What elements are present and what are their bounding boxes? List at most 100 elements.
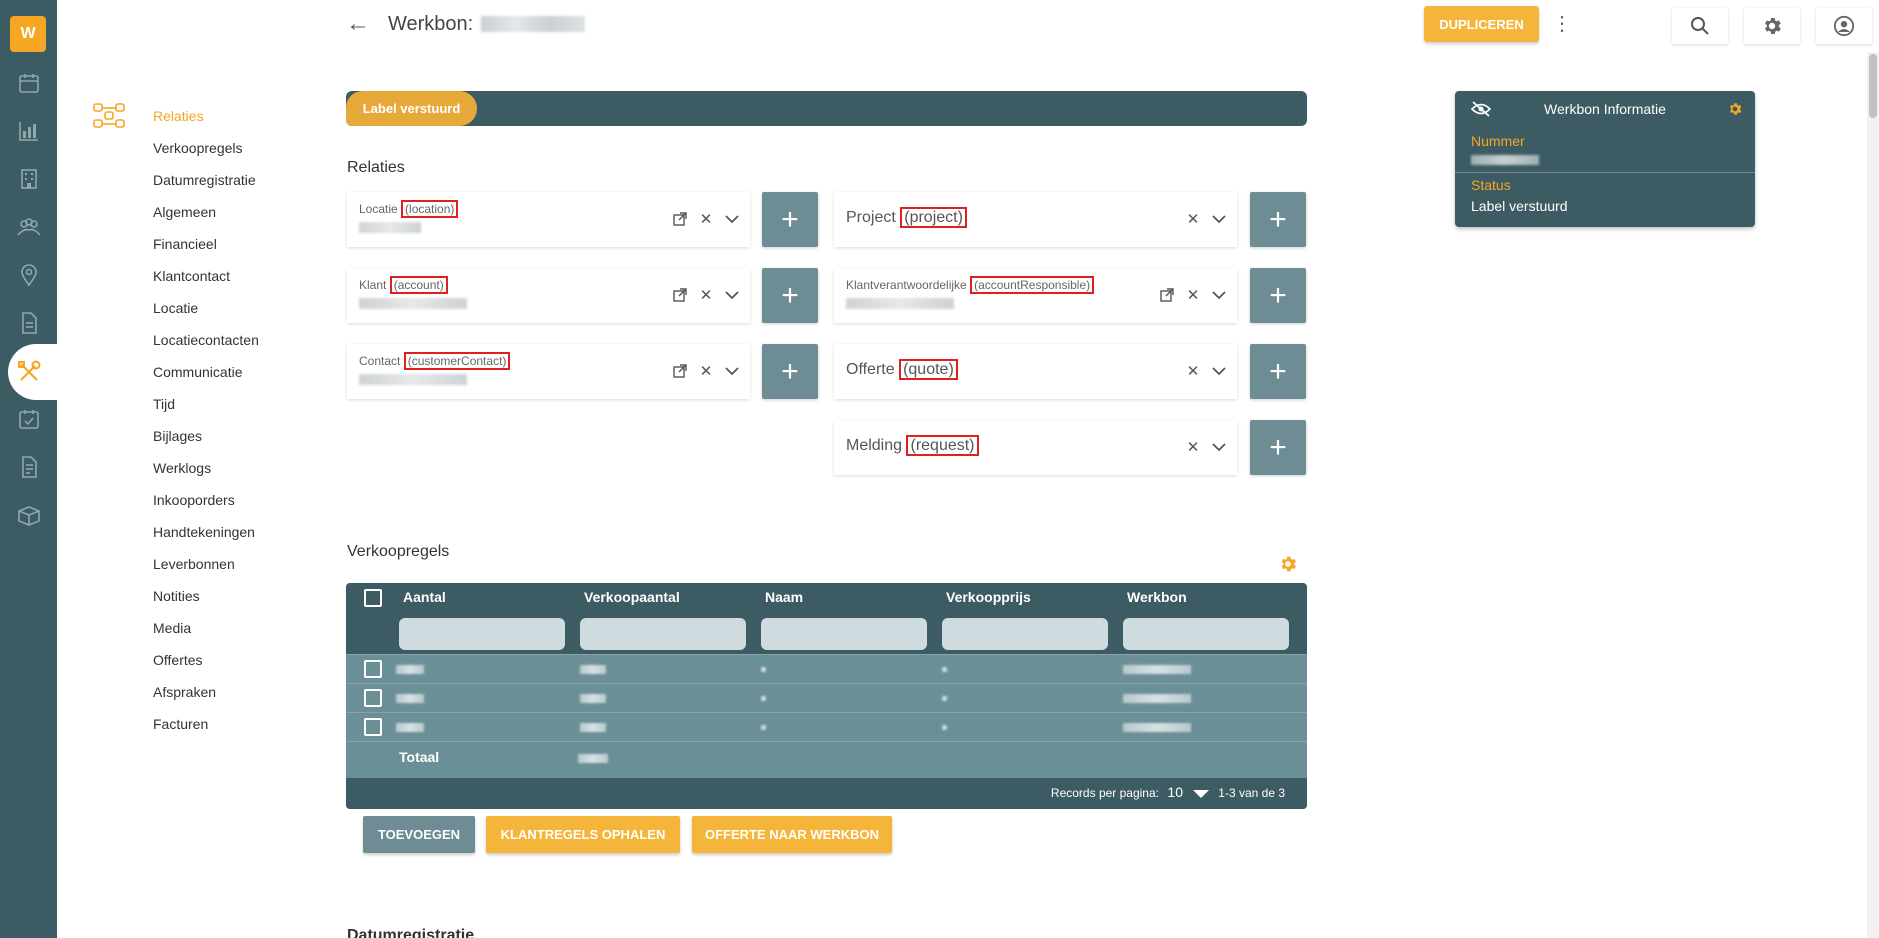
clear-icon[interactable]: ✕ bbox=[698, 361, 714, 381]
column-header[interactable]: Verkoopprijs bbox=[946, 589, 1031, 605]
add-contact-button[interactable]: + bbox=[762, 344, 818, 399]
add-line-button[interactable]: TOEVOEGEN bbox=[363, 816, 475, 853]
open-external-icon[interactable] bbox=[672, 209, 688, 229]
table-row[interactable] bbox=[346, 654, 1307, 683]
add-project-button[interactable]: + bbox=[1250, 192, 1306, 247]
cell-redacted bbox=[761, 696, 766, 701]
clear-icon[interactable]: ✕ bbox=[698, 209, 714, 229]
gear-icon[interactable] bbox=[1278, 554, 1298, 579]
records-per-page-dropdown-icon[interactable] bbox=[1193, 790, 1209, 798]
calendar-icon[interactable] bbox=[14, 68, 44, 98]
nav-item-notities[interactable]: Notities bbox=[153, 580, 259, 612]
open-external-icon[interactable] bbox=[1159, 285, 1175, 305]
table-row[interactable] bbox=[346, 683, 1307, 712]
location-icon[interactable] bbox=[14, 260, 44, 290]
row-checkbox[interactable] bbox=[364, 718, 382, 736]
add-quote-button[interactable]: + bbox=[1250, 344, 1306, 399]
box-icon[interactable] bbox=[14, 500, 44, 530]
nav-item-relaties[interactable]: Relaties bbox=[153, 100, 259, 132]
chart-icon[interactable] bbox=[14, 116, 44, 146]
column-header[interactable]: Verkoopaantal bbox=[584, 589, 680, 605]
clear-icon[interactable]: ✕ bbox=[1185, 285, 1201, 305]
tools-icon[interactable] bbox=[14, 357, 44, 387]
row-checkbox[interactable] bbox=[364, 689, 382, 707]
nav-item-financieel[interactable]: Financieel bbox=[153, 228, 259, 260]
nav-item-offertes[interactable]: Offertes bbox=[153, 644, 259, 676]
nav-item-locatie[interactable]: Locatie bbox=[153, 292, 259, 324]
records-per-page-value[interactable]: 10 bbox=[1167, 784, 1183, 800]
nav-item-klantcontact[interactable]: Klantcontact bbox=[153, 260, 259, 292]
quote-to-workorder-button[interactable]: OFFERTE NAAR WERKBON bbox=[692, 816, 892, 853]
app-logo[interactable]: W bbox=[10, 16, 46, 52]
table-row[interactable] bbox=[346, 712, 1307, 741]
page-header: ← Werkbon: bbox=[346, 8, 586, 40]
invoice-icon[interactable] bbox=[14, 452, 44, 482]
scrollbar-thumb[interactable] bbox=[1869, 54, 1877, 118]
chevron-down-icon[interactable] bbox=[724, 285, 740, 305]
nav-item-inkooporders[interactable]: Inkooporders bbox=[153, 484, 259, 516]
nav-item-facturen[interactable]: Facturen bbox=[153, 708, 259, 740]
search-icon[interactable] bbox=[1672, 8, 1728, 44]
nav-item-media[interactable]: Media bbox=[153, 612, 259, 644]
column-header[interactable]: Aantal bbox=[403, 589, 446, 605]
filter-input[interactable] bbox=[1123, 618, 1289, 650]
chevron-down-icon[interactable] bbox=[1211, 285, 1227, 305]
row-checkbox[interactable] bbox=[364, 660, 382, 678]
checklist-icon[interactable] bbox=[14, 404, 44, 434]
filter-input[interactable] bbox=[580, 618, 746, 650]
back-arrow-icon[interactable]: ← bbox=[346, 12, 370, 36]
quote-field[interactable]: Offerte (quote) ✕ bbox=[834, 344, 1237, 399]
chevron-down-icon[interactable] bbox=[1211, 209, 1227, 229]
chevron-down-icon[interactable] bbox=[1211, 437, 1227, 457]
add-account-button[interactable]: + bbox=[762, 268, 818, 323]
fetch-customer-lines-button[interactable]: KLANTREGELS OPHALEN bbox=[486, 816, 680, 853]
cell-redacted bbox=[396, 665, 424, 674]
nav-item-datumregistratie[interactable]: Datumregistratie bbox=[153, 164, 259, 196]
clear-icon[interactable]: ✕ bbox=[1185, 361, 1201, 381]
nav-item-bijlages[interactable]: Bijlages bbox=[153, 420, 259, 452]
filter-input[interactable] bbox=[399, 618, 565, 650]
page-scrollbar[interactable] bbox=[1867, 52, 1879, 938]
open-external-icon[interactable] bbox=[672, 285, 688, 305]
building-icon[interactable] bbox=[14, 164, 44, 194]
more-vert-icon[interactable]: ⋮ bbox=[1552, 12, 1572, 36]
nav-item-tijd[interactable]: Tijd bbox=[153, 388, 259, 420]
add-request-button[interactable]: + bbox=[1250, 420, 1306, 475]
select-all-checkbox[interactable] bbox=[364, 589, 382, 607]
column-header[interactable]: Werkbon bbox=[1127, 589, 1187, 605]
account-field[interactable]: Klant (account) ✕ bbox=[347, 268, 750, 323]
column-header[interactable]: Naam bbox=[765, 589, 803, 605]
nav-item-leverbonnen[interactable]: Leverbonnen bbox=[153, 548, 259, 580]
nav-item-locatiecontacten[interactable]: Locatiecontacten bbox=[153, 324, 259, 356]
gear-icon[interactable] bbox=[1744, 8, 1800, 44]
add-location-button[interactable]: + bbox=[762, 192, 818, 247]
document-icon[interactable] bbox=[14, 308, 44, 338]
request-field[interactable]: Melding (request) ✕ bbox=[834, 420, 1237, 475]
people-icon[interactable] bbox=[14, 212, 44, 242]
open-external-icon[interactable] bbox=[672, 361, 688, 381]
chevron-down-icon[interactable] bbox=[1211, 361, 1227, 381]
nav-item-verkoopregels[interactable]: Verkoopregels bbox=[153, 132, 259, 164]
add-account-responsible-button[interactable]: + bbox=[1250, 268, 1306, 323]
filter-input[interactable] bbox=[942, 618, 1108, 650]
duplicate-button[interactable]: DUPLICEREN bbox=[1424, 6, 1539, 42]
account-responsible-key-highlight: (accountResponsible) bbox=[970, 276, 1095, 294]
chevron-down-icon[interactable] bbox=[724, 209, 740, 229]
chevron-down-icon[interactable] bbox=[724, 361, 740, 381]
clear-icon[interactable]: ✕ bbox=[1185, 437, 1201, 457]
location-value-redacted bbox=[359, 222, 421, 233]
project-field[interactable]: Project (project) ✕ bbox=[834, 192, 1237, 247]
nav-item-communicatie[interactable]: Communicatie bbox=[153, 356, 259, 388]
customer-contact-field[interactable]: Contact (customerContact) ✕ bbox=[347, 344, 750, 399]
nav-item-algemeen[interactable]: Algemeen bbox=[153, 196, 259, 228]
clear-icon[interactable]: ✕ bbox=[1185, 209, 1201, 229]
location-field[interactable]: Locatie (location) ✕ bbox=[347, 192, 750, 247]
gear-icon[interactable] bbox=[1727, 101, 1743, 122]
nav-item-afspraken[interactable]: Afspraken bbox=[153, 676, 259, 708]
nav-item-werklogs[interactable]: Werklogs bbox=[153, 452, 259, 484]
nav-item-handtekeningen[interactable]: Handtekeningen bbox=[153, 516, 259, 548]
account-icon[interactable] bbox=[1816, 8, 1872, 44]
account-responsible-field[interactable]: Klantverantwoordelijke (accountResponsib… bbox=[834, 268, 1237, 323]
clear-icon[interactable]: ✕ bbox=[698, 285, 714, 305]
filter-input[interactable] bbox=[761, 618, 927, 650]
